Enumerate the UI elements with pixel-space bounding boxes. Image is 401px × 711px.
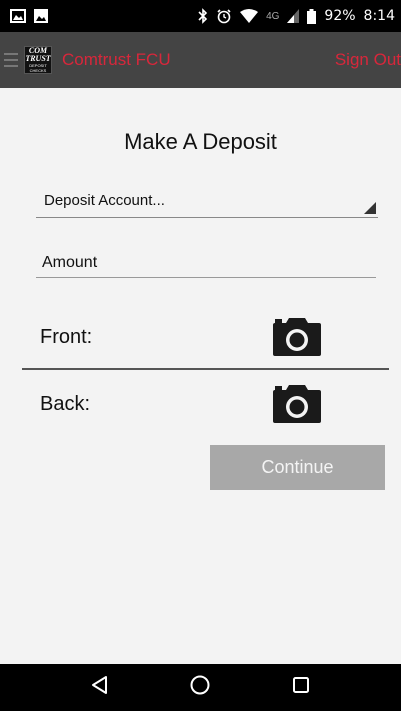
- status-bar: 4G 92% 8:14: [0, 0, 401, 32]
- continue-button[interactable]: Continue: [210, 445, 385, 490]
- deposit-account-value: Deposit Account...: [44, 192, 165, 209]
- app-logo: COM TRUST DEPOSIT CHECKS: [24, 46, 52, 74]
- back-camera-icon[interactable]: [272, 384, 322, 429]
- system-nav-bar: [0, 664, 401, 711]
- status-right: 4G 92% 8:14: [198, 8, 395, 24]
- front-label: Front:: [40, 325, 93, 348]
- triangle-back-icon: [90, 675, 110, 700]
- clock: 8:14: [363, 8, 395, 24]
- square-recent-icon: [291, 675, 311, 700]
- sign-out-button[interactable]: Sign Out: [335, 50, 401, 70]
- network-type: 4G: [266, 10, 280, 22]
- signal-icon: [287, 9, 300, 23]
- bluetooth-icon: [198, 8, 208, 24]
- page-title: Make A Deposit: [124, 129, 277, 154]
- front-image-row: Front:: [0, 313, 401, 361]
- divider: [22, 368, 389, 370]
- gallery-notification-icon: [10, 9, 26, 23]
- app-title: Comtrust FCU: [62, 50, 171, 69]
- menu-icon[interactable]: [4, 53, 18, 67]
- nav-home-button[interactable]: [180, 668, 220, 708]
- image-notification-icon: [34, 9, 48, 23]
- front-camera-icon[interactable]: [272, 317, 322, 362]
- nav-recent-button[interactable]: [281, 668, 321, 708]
- nav-back-button[interactable]: [80, 668, 120, 708]
- logo-line-4: CHECKS: [29, 68, 47, 73]
- dropdown-arrow-icon: [364, 202, 376, 214]
- circle-home-icon: [189, 674, 211, 701]
- app-bar: COM TRUST DEPOSIT CHECKS Comtrust FCU Si…: [0, 32, 401, 88]
- status-left: [10, 9, 48, 23]
- wifi-icon: [240, 9, 259, 23]
- alarm-icon: [216, 8, 232, 24]
- deposit-account-select[interactable]: Deposit Account...: [36, 184, 378, 218]
- back-image-row: Back:: [0, 380, 401, 428]
- battery-icon: [307, 8, 317, 24]
- battery-percent: 92%: [324, 8, 356, 24]
- logo-line-2: TRUST: [25, 54, 51, 63]
- back-label: Back:: [40, 392, 91, 415]
- deposit-form: Make A Deposit Deposit Account... Front:…: [0, 88, 401, 664]
- amount-input[interactable]: [36, 248, 376, 278]
